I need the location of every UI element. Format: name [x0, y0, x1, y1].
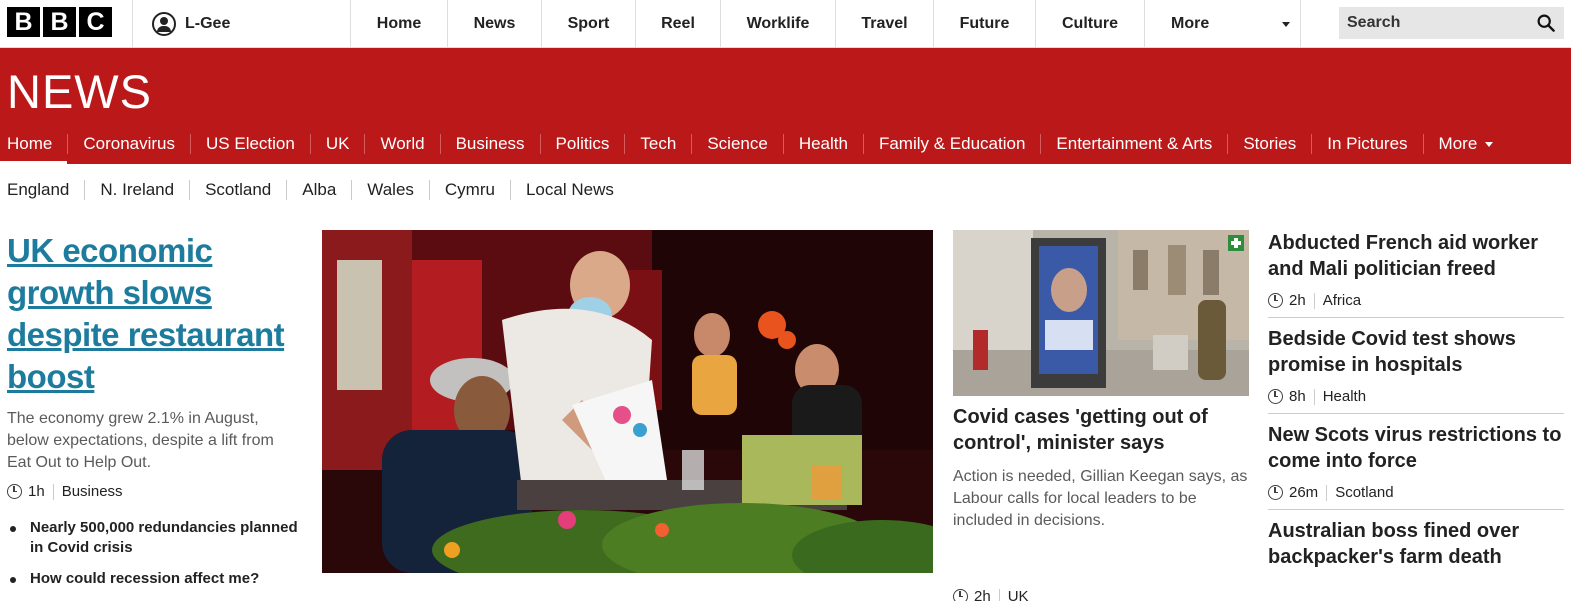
nav-family-education[interactable]: Family & Education: [862, 134, 1040, 154]
top-stories-column: Abducted French aid worker and Mali poli…: [1268, 230, 1564, 586]
subnav-cymru[interactable]: Cymru: [428, 180, 510, 200]
lead-meta: 1h Business: [7, 483, 302, 500]
nav-more[interactable]: More: [1422, 134, 1496, 154]
story-item: Abducted French aid worker and Mali poli…: [1268, 230, 1564, 318]
story-item: Bedside Covid test shows promise in hosp…: [1268, 326, 1564, 414]
subnav-scotland[interactable]: Scotland: [189, 180, 286, 200]
timestamp: 2h: [974, 588, 991, 601]
subnav-wales[interactable]: Wales: [351, 180, 429, 200]
topnav-reel[interactable]: Reel: [635, 0, 720, 48]
second-headline[interactable]: Covid cases 'getting out of control', mi…: [953, 404, 1253, 456]
clock-icon: [1268, 485, 1283, 500]
nav-stories[interactable]: Stories: [1227, 134, 1311, 154]
chevron-down-icon: [1485, 142, 1494, 147]
nav-business[interactable]: Business: [439, 134, 540, 154]
restaurant-photo: [322, 230, 933, 573]
story-headline[interactable]: New Scots virus restrictions to come int…: [1268, 422, 1564, 474]
section-link[interactable]: UK: [1008, 588, 1029, 601]
second-summary: Action is needed, Gillian Keegan says, a…: [953, 468, 1248, 529]
user-icon: [152, 12, 176, 36]
street-billboard-photo: [953, 230, 1249, 396]
nav-in-pictures[interactable]: In Pictures: [1311, 134, 1422, 154]
clock-icon: [7, 484, 22, 499]
lead-summary: The economy grew 2.1% in August, below e…: [7, 410, 274, 471]
story-meta: 26m Scotland: [1268, 484, 1564, 501]
nav-tech[interactable]: Tech: [624, 134, 691, 154]
story-headline[interactable]: Bedside Covid test shows promise in hosp…: [1268, 326, 1564, 378]
clock-icon: [1268, 293, 1283, 308]
lead-story: UK economic growth slows despite restaur…: [7, 230, 302, 600]
second-story-image[interactable]: [953, 230, 1249, 396]
story-item: New Scots virus restrictions to come int…: [1268, 422, 1564, 510]
section-link[interactable]: Africa: [1323, 292, 1361, 309]
lead-headline[interactable]: UK economic growth slows despite restaur…: [7, 230, 302, 398]
bbc-top-bar: B B C L-Gee Home News Sport Reel Worklif…: [0, 0, 1571, 48]
logo-letter: B: [7, 7, 40, 37]
chevron-down-icon: [1282, 22, 1290, 27]
nav-more-label: More: [1438, 134, 1478, 153]
nav-uk[interactable]: UK: [309, 134, 365, 154]
divider: [52, 483, 54, 500]
story-item: Australian boss fined over backpacker's …: [1268, 518, 1564, 578]
related-link[interactable]: Nearly 500,000 redundancies planned in C…: [7, 518, 302, 558]
story-meta: 8h Health: [1268, 388, 1564, 405]
search-icon[interactable]: [1537, 14, 1555, 32]
story-headline[interactable]: Australian boss fined over backpacker's …: [1268, 518, 1564, 570]
search-placeholder: Search: [1347, 14, 1401, 31]
search-input[interactable]: Search: [1339, 7, 1564, 39]
logo-letter: C: [79, 7, 112, 37]
account-name: L-Gee: [185, 15, 231, 32]
topnav-more-label: More: [1171, 15, 1210, 32]
timestamp: 8h: [1289, 388, 1306, 405]
related-link[interactable]: How could recession affect me?: [7, 569, 302, 589]
topnav-news[interactable]: News: [447, 0, 541, 48]
subnav-local-news[interactable]: Local News: [509, 180, 629, 200]
divider: [1326, 484, 1328, 501]
section-link[interactable]: Scotland: [1335, 484, 1393, 501]
timestamp: 26m: [1289, 484, 1319, 501]
nav-science[interactable]: Science: [691, 134, 782, 154]
divider: [998, 588, 1000, 601]
topnav-sport[interactable]: Sport: [541, 0, 635, 48]
topnav-travel[interactable]: Travel: [835, 0, 933, 48]
timestamp: 1h: [28, 483, 45, 500]
nav-politics[interactable]: Politics: [539, 134, 625, 154]
nations-sub-nav: England N. Ireland Scotland Alba Wales C…: [0, 176, 629, 204]
news-main-nav: Home Coronavirus US Election UK World Bu…: [0, 124, 1496, 165]
clock-icon: [1268, 389, 1283, 404]
news-header: NEWS Home Coronavirus US Election UK Wor…: [0, 48, 1571, 165]
nav-coronavirus[interactable]: Coronavirus: [67, 134, 190, 154]
topnav-more[interactable]: More: [1144, 0, 1301, 48]
lead-story-image[interactable]: [322, 230, 933, 573]
subnav-england[interactable]: England: [0, 180, 84, 200]
nav-entertainment-arts[interactable]: Entertainment & Arts: [1040, 134, 1227, 154]
timestamp: 2h: [1289, 292, 1306, 309]
subnav-n-ireland[interactable]: N. Ireland: [84, 180, 189, 200]
topnav-worklife[interactable]: Worklife: [720, 0, 835, 48]
subnav-alba[interactable]: Alba: [286, 180, 351, 200]
logo-letter: B: [43, 7, 76, 37]
nav-us-election[interactable]: US Election: [190, 134, 310, 154]
related-links: Nearly 500,000 redundancies planned in C…: [7, 518, 302, 589]
second-meta: 2h UK: [953, 588, 1029, 601]
nav-health[interactable]: Health: [782, 134, 863, 154]
news-logo[interactable]: NEWS: [7, 64, 152, 119]
topnav-future[interactable]: Future: [933, 0, 1035, 48]
clock-icon: [953, 589, 968, 601]
account-link[interactable]: L-Gee: [132, 0, 350, 48]
section-link[interactable]: Health: [1323, 388, 1366, 405]
nav-world[interactable]: World: [364, 134, 439, 154]
second-story: Covid cases 'getting out of control', mi…: [953, 404, 1253, 532]
topnav-culture[interactable]: Culture: [1035, 0, 1144, 48]
story-meta: 2h Africa: [1268, 292, 1564, 309]
story-headline[interactable]: Abducted French aid worker and Mali poli…: [1268, 230, 1564, 282]
divider: [1313, 292, 1315, 309]
bbc-logo[interactable]: B B C: [7, 7, 112, 37]
topnav-home[interactable]: Home: [350, 0, 447, 48]
divider: [1313, 388, 1315, 405]
section-link[interactable]: Business: [62, 483, 123, 500]
bbc-top-nav: Home News Sport Reel Worklife Travel Fut…: [350, 0, 1301, 48]
nav-home[interactable]: Home: [0, 134, 68, 165]
